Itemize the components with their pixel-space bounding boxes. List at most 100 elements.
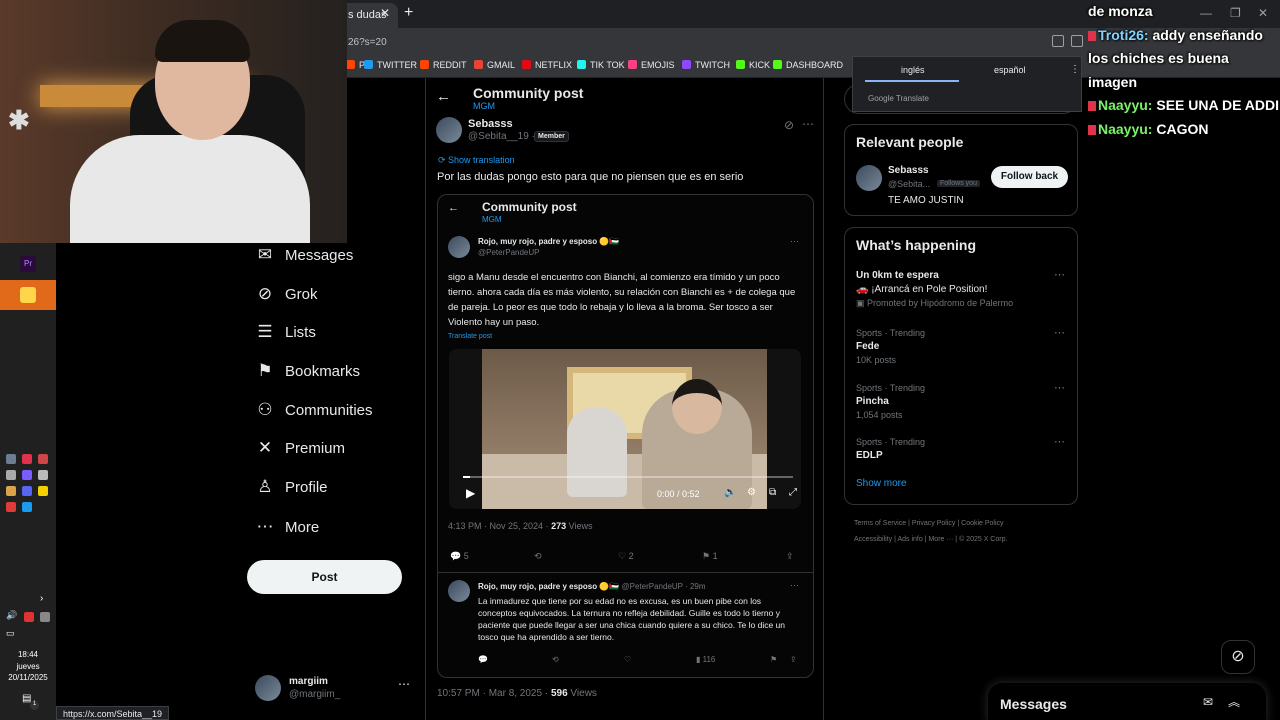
play-icon: ▶ <box>466 486 476 500</box>
more-icon[interactable]: ⋯ <box>1054 326 1065 339</box>
sidebar-item-lists[interactable]: ☰ Lists <box>255 317 315 347</box>
author-avatar[interactable] <box>436 117 462 143</box>
show-translation-link[interactable]: ⟳ Show translation <box>438 155 515 166</box>
kebab-menu-icon[interactable]: ⋮ <box>1070 64 1080 75</box>
bookmark-item[interactable]: NETFLIX <box>522 60 572 70</box>
trend-item[interactable]: Sports · Trending Fede 10K posts <box>856 328 1066 365</box>
tray-icon[interactable] <box>22 454 32 464</box>
post-date-text: 10:57 PM · Mar 8, 2025 · <box>437 688 549 699</box>
more-icon[interactable]: ⋯ <box>1054 435 1065 448</box>
bookmark-item[interactable]: DASHBOARD <box>773 60 843 70</box>
translate-target-tab[interactable]: español <box>994 65 1026 75</box>
promoted-by: ▣ Promoted by Hipódromo de Palermo <box>856 298 1066 309</box>
bookmark-item[interactable]: REDDIT <box>420 60 467 70</box>
footer-link[interactable]: © 2025 X Corp. <box>959 536 1007 543</box>
more-icon[interactable]: ⋯ <box>802 117 814 131</box>
promoted-item[interactable]: Un 0km te espera 🚗 ¡Arrancá en Pole Posi… <box>856 270 1066 309</box>
bookmark-item[interactable]: TIK TOK <box>577 60 625 70</box>
tray-icon[interactable] <box>38 454 48 464</box>
sidebar-item-more[interactable]: ⋯ More <box>255 512 320 542</box>
sidebar-item-communities[interactable]: ⚇ Communities <box>255 395 372 425</box>
show-more-link[interactable]: Show more <box>856 478 907 489</box>
more-icon[interactable]: ⋯ <box>398 677 410 691</box>
grok-fab-icon[interactable]: ⊘ <box>1221 640 1255 674</box>
sidebar-item-bookmarks[interactable]: ⚑ Bookmarks <box>255 356 360 386</box>
person-name[interactable]: Sebasss <box>888 165 929 176</box>
url-text[interactable]: 26?s=20 <box>348 37 387 48</box>
bookmark-favicon-icon <box>682 60 691 69</box>
account-switcher[interactable]: margiim @margiim_ ⋯ <box>255 675 415 715</box>
sidebar-item-premium[interactable]: ✕ Premium <box>255 433 345 463</box>
embedded-title: Community post <box>482 200 577 214</box>
bookmark-item[interactable]: TWITTER <box>364 60 417 70</box>
active-app-highlight[interactable] <box>0 280 56 310</box>
community-link[interactable]: MGM <box>473 101 495 111</box>
tray-icon[interactable] <box>38 486 48 496</box>
language-icon[interactable] <box>24 612 34 622</box>
new-tab-icon[interactable]: + <box>404 4 413 22</box>
bookmark-favicon-icon <box>346 60 355 69</box>
premiere-icon[interactable]: Pr <box>20 256 36 272</box>
display-icon[interactable]: ▭ <box>6 628 15 639</box>
tray-icon[interactable] <box>38 470 48 480</box>
chat-badge-icon <box>1088 124 1096 135</box>
whats-happening-panel: What’s happening Un 0km te espera 🚗 ¡Arr… <box>844 227 1078 505</box>
footer-link[interactable]: Terms of Service <box>854 520 906 527</box>
translate-source-tab[interactable]: inglés <box>901 65 925 75</box>
share-icon: ⇪ <box>790 655 797 664</box>
sidebar-item-grok[interactable]: ⊘ Grok <box>255 279 318 309</box>
bookmark-item[interactable]: EMOJIS <box>628 60 675 70</box>
clock-time[interactable]: 18:44 <box>0 650 56 659</box>
tray-icon[interactable] <box>6 454 16 464</box>
close-tab-icon[interactable]: ✕ <box>380 6 390 20</box>
more-icon[interactable]: ⋯ <box>1054 381 1065 394</box>
new-message-icon[interactable]: ✉ <box>1203 695 1213 709</box>
footer-link[interactable]: Privacy Policy <box>912 520 956 527</box>
trend-item[interactable]: Sports · Trending EDLP <box>856 437 1066 464</box>
footer-link[interactable]: Cookie Policy <box>961 520 1003 527</box>
network-icon[interactable] <box>40 612 50 622</box>
footer-link[interactable]: More ··· <box>928 536 953 543</box>
like-count: 2 <box>628 551 634 561</box>
translate-icon[interactable] <box>1071 35 1083 47</box>
tray-icon[interactable] <box>6 502 16 512</box>
volume-icon: 🔈 <box>724 487 737 498</box>
reply-icon: 💬 5 <box>450 551 469 561</box>
embedded-author-handle: @PeterPandeUP <box>478 248 540 257</box>
sidebar-item-profile[interactable]: ♙ Profile <box>255 472 327 502</box>
trend-item[interactable]: Sports · Trending Pincha 1,054 posts <box>856 383 1066 420</box>
chevron-right-icon[interactable]: › <box>40 593 43 604</box>
messages-drawer[interactable]: Messages ✉ ︽ <box>988 683 1266 720</box>
webcam-overlay: ✱ <box>0 0 347 243</box>
grok-icon[interactable]: ⊘ <box>784 118 794 132</box>
reply-avatar <box>448 580 470 602</box>
bookmark-item[interactable]: P <box>346 60 365 70</box>
sidebar-item-messages[interactable]: ✉ Messages <box>255 240 354 270</box>
tray-icon[interactable] <box>22 486 32 496</box>
cast-icon[interactable] <box>1052 35 1064 47</box>
author-name[interactable]: Sebasss <box>468 118 513 130</box>
tray-icon[interactable] <box>6 486 16 496</box>
chevron-up-icon[interactable]: ︽ <box>1228 693 1240 710</box>
media-screenshot[interactable]: ← Community post MGM Rojo, muy rojo, pad… <box>437 194 814 678</box>
follow-back-button[interactable]: Follow back <box>991 166 1068 188</box>
author-handle[interactable]: @Sebita__19 · <box>468 131 535 142</box>
tray-icon[interactable] <box>22 470 32 480</box>
person-handle[interactable]: @Sebita... <box>888 179 930 189</box>
bookmark-favicon-icon <box>474 60 483 69</box>
footer-link[interactable]: Ads info <box>897 536 922 543</box>
bookmark-item[interactable]: KICK <box>736 60 770 70</box>
chat-badge-icon <box>1088 30 1096 41</box>
reply-author-name: Rojo, muy rojo, padre y esposo 🟡🇵🇸 <box>478 582 620 591</box>
tray-icon[interactable] <box>6 470 16 480</box>
back-arrow-icon[interactable]: ← <box>436 88 451 105</box>
post-button[interactable]: Post <box>247 560 402 594</box>
volume-icon[interactable]: 🔊 <box>6 610 17 621</box>
bookmark-item[interactable]: TWITCH <box>682 60 730 70</box>
person-avatar[interactable] <box>856 165 882 191</box>
trend-posts: 1,054 posts <box>856 410 903 420</box>
tray-icon[interactable] <box>22 502 32 512</box>
bookmark-item[interactable]: GMAIL <box>474 60 515 70</box>
footer-link[interactable]: Accessibility <box>854 536 892 543</box>
more-icon[interactable]: ⋯ <box>1054 268 1065 281</box>
